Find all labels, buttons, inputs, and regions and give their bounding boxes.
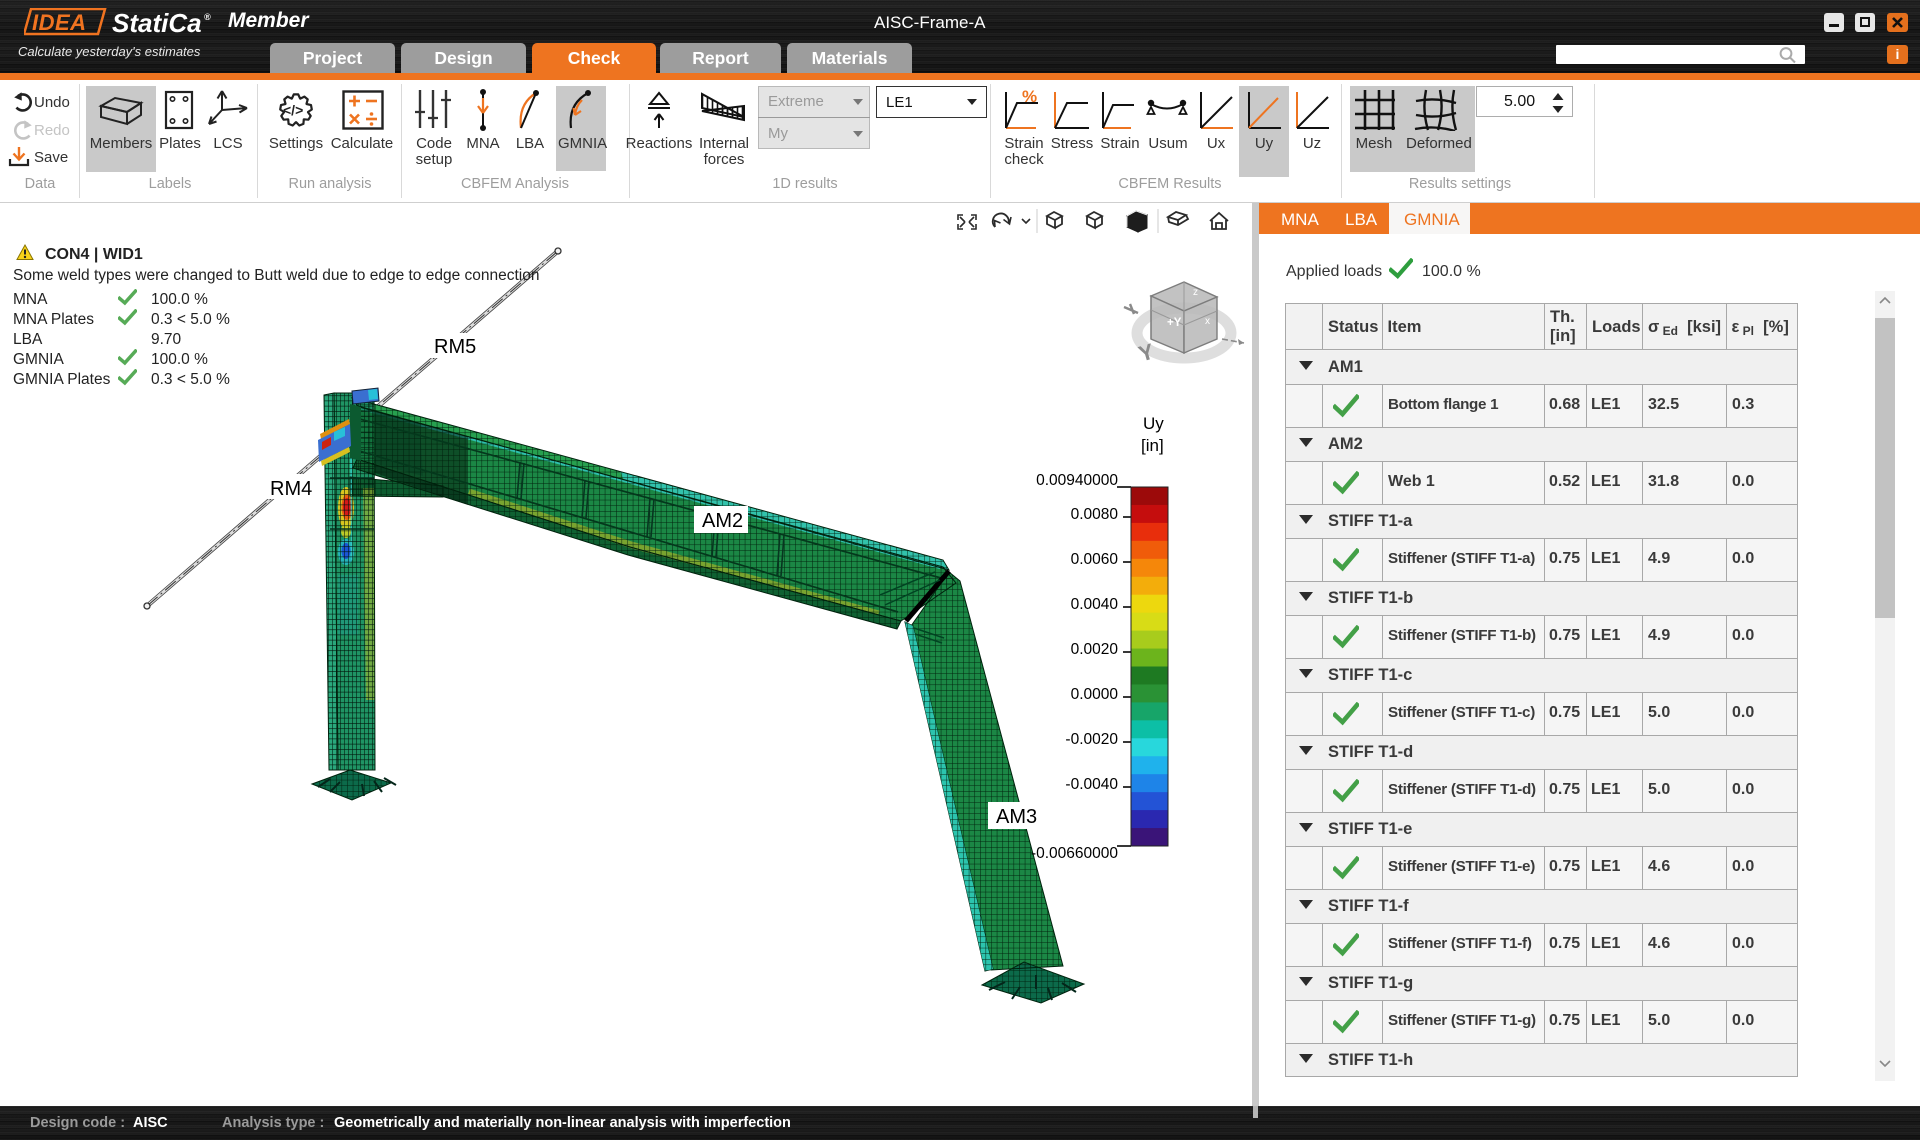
svg-text:-0.0020: -0.0020: [1065, 731, 1118, 748]
svg-text:0.0000: 0.0000: [1071, 686, 1119, 703]
svg-text:®: ®: [204, 12, 211, 22]
svg-text:RM5: RM5: [434, 336, 476, 358]
svg-text:[in]: [in]: [1141, 436, 1164, 455]
svg-text:0.00940000: 0.00940000: [1036, 472, 1118, 489]
svg-text:Uy: Uy: [1143, 414, 1164, 433]
svg-text:Y: Y: [1136, 339, 1157, 367]
svg-text:AM2: AM2: [702, 510, 743, 532]
svg-text:IDEA: IDEA: [32, 10, 87, 35]
svg-text:x: x: [1205, 316, 1210, 327]
svg-text:StatiCa: StatiCa: [112, 8, 202, 38]
svg-text:RM4: RM4: [270, 478, 312, 500]
svg-text:0.0060: 0.0060: [1071, 551, 1119, 568]
svg-text:0.0020: 0.0020: [1071, 641, 1119, 658]
svg-text:0.0080: 0.0080: [1071, 506, 1119, 523]
svg-text:0.0040: 0.0040: [1071, 596, 1119, 613]
svg-text:AM3: AM3: [996, 806, 1037, 828]
svg-text:z: z: [1193, 287, 1198, 298]
svg-text:</>: </>: [283, 102, 303, 118]
svg-text:+Y: +Y: [1167, 317, 1182, 329]
svg-text:-0.00660000: -0.00660000: [1031, 845, 1118, 862]
svg-text:-0.0040: -0.0040: [1065, 776, 1118, 793]
svg-text:%: %: [1022, 88, 1037, 106]
